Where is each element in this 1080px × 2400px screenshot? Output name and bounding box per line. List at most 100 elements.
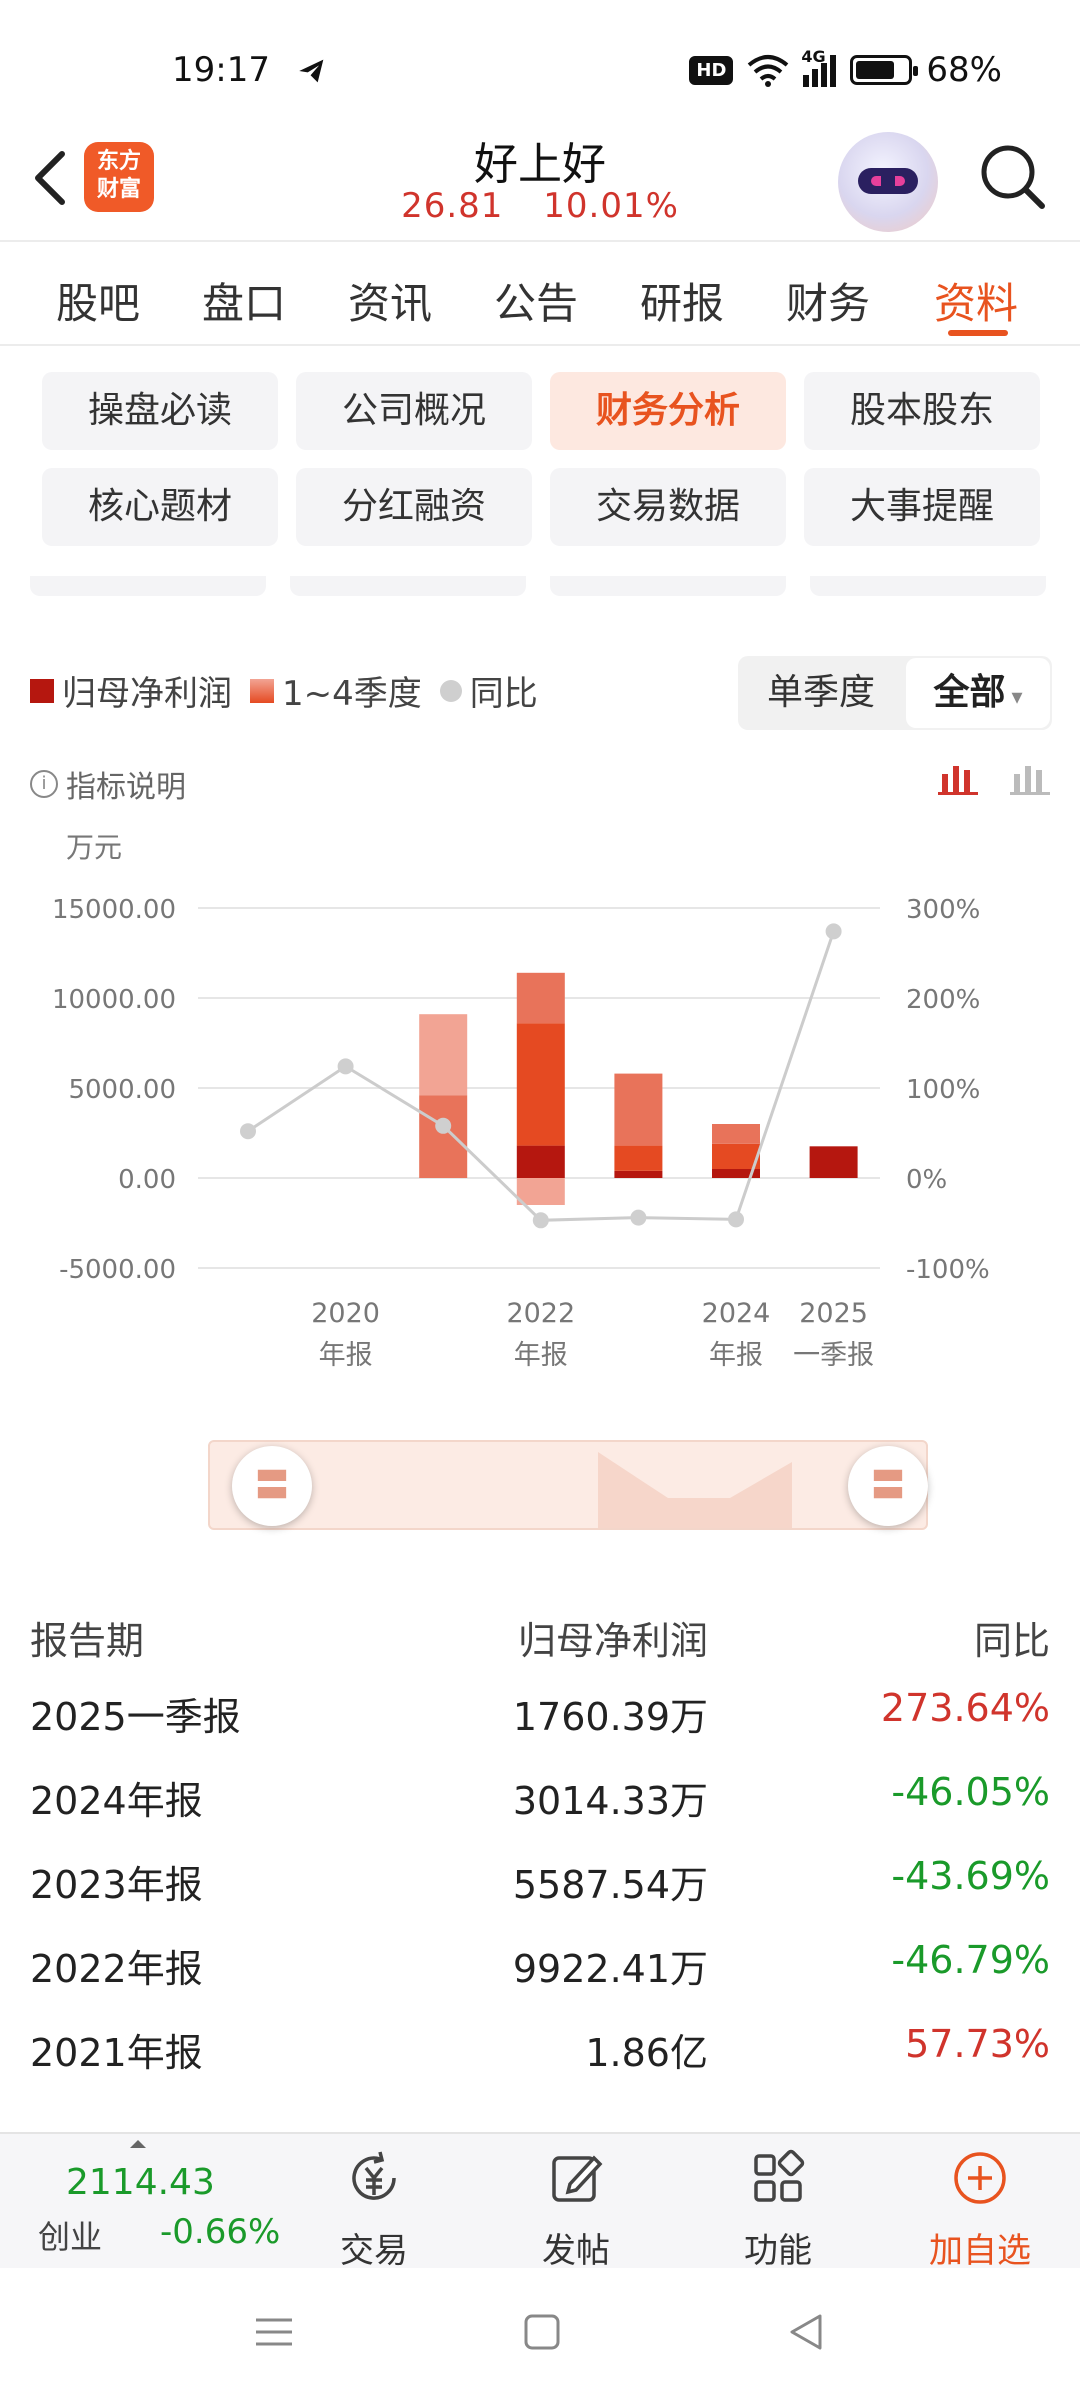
stock-change-pct: 10.01% — [543, 186, 679, 226]
tab-announcements[interactable]: 公告 — [494, 270, 578, 331]
row-yoy: -43.69% — [891, 1854, 1050, 1898]
stacked-bar-view-icon[interactable] — [938, 760, 978, 796]
expand-up-icon[interactable] — [128, 2138, 148, 2150]
chip-row-fade — [290, 576, 526, 596]
x-tick-label: 年报 — [319, 1340, 373, 1371]
chart-legend: 归母净利润 1~4季度 同比 — [30, 666, 538, 715]
bar-segment — [516, 1145, 565, 1178]
system-nav-bar — [0, 2268, 1080, 2400]
row-profit: 9922.41万 — [512, 1947, 708, 1991]
x-tick-label: 2022 — [506, 1298, 575, 1329]
bar-segment — [809, 1146, 858, 1178]
wifi-icon — [748, 55, 789, 87]
index-change: -0.66% — [160, 2212, 281, 2252]
profit-chart: 15000.00 300% 10000.00 200% 5000.00 100% 0.00 0… — [52, 895, 990, 1371]
info-icon: i — [30, 770, 58, 798]
chip-trading-guide[interactable]: 操盘必读 — [42, 372, 278, 450]
menu-icon[interactable] — [254, 2312, 294, 2352]
period-option-single-quarter[interactable]: 单季度 — [738, 656, 904, 730]
battery-icon — [850, 55, 919, 85]
row-yoy: -46.05% — [891, 1770, 1050, 1814]
tab-pankou[interactable]: 盘口 — [202, 270, 286, 331]
legend-swatch-profit — [30, 678, 54, 703]
tab-profile[interactable]: 资料 — [934, 270, 1018, 331]
bar-segment — [516, 1178, 565, 1205]
tabs-divider — [0, 344, 1080, 346]
active-tab-underline — [948, 330, 1008, 336]
functions-button[interactable]: 功能 — [708, 2144, 848, 2272]
tab-news[interactable]: 资讯 — [348, 270, 432, 331]
y-tick-label-right: 200% — [906, 985, 980, 1015]
post-button[interactable]: 发帖 — [506, 2144, 646, 2272]
row-yoy: -46.79% — [891, 1938, 1050, 1982]
x-tick-label: 2020 — [311, 1298, 380, 1329]
chip-core-themes[interactable]: 核心题材 — [42, 468, 278, 546]
back-icon[interactable] — [786, 2312, 826, 2352]
chip-trading-data[interactable]: 交易数据 — [550, 468, 786, 546]
index-value: 2114.43 — [66, 2162, 215, 2203]
range-handle-left[interactable]: 〓 — [232, 1446, 312, 1526]
x-tick-label: 年报 — [709, 1340, 763, 1371]
bar-segment — [712, 1124, 760, 1144]
col-header-period: 报告期 — [30, 1619, 145, 1663]
status-right: HD 4G 68% — [689, 47, 1002, 90]
row-period: 2022年报 — [30, 1947, 203, 1991]
home-icon[interactable] — [522, 2312, 562, 2352]
chip-financial-analysis[interactable]: 财务分析 — [550, 372, 786, 450]
chip-row-fade — [550, 576, 786, 596]
bar-segment — [516, 972, 565, 1024]
y-tick-label-right: -100% — [906, 1255, 990, 1285]
period-selector: 单季度 全部 ▾ — [738, 656, 1052, 730]
status-time: 19:17 — [172, 50, 270, 90]
row-profit: 1760.39万 — [512, 1695, 708, 1739]
ai-assistant-avatar[interactable] — [838, 132, 938, 232]
range-overview-shape — [598, 1452, 792, 1528]
y-tick-label-left: 5000.00 — [68, 1075, 176, 1105]
bar-segment — [516, 1023, 565, 1146]
row-profit: 3014.33万 — [512, 1779, 708, 1823]
add-watchlist-button[interactable]: 加自选 — [910, 2144, 1050, 2272]
index-name: 创业 — [38, 2218, 103, 2256]
yoy-point — [337, 1058, 354, 1075]
legend-profit: 归母净利润 — [62, 674, 232, 714]
chart-range-slider[interactable] — [208, 1440, 928, 1530]
x-tick-label: 年报 — [514, 1340, 568, 1371]
add-circle-icon — [954, 2152, 1006, 2204]
telegram-notification-icon — [299, 59, 324, 83]
yoy-point — [825, 923, 842, 940]
chip-dividends[interactable]: 分红融资 — [296, 468, 532, 546]
row-yoy: 273.64% — [880, 1686, 1050, 1730]
legend-yoy: 同比 — [469, 674, 538, 714]
stock-price: 26.81 — [401, 186, 504, 226]
row-yoy: 57.73% — [905, 2022, 1050, 2066]
bar-segment — [614, 1145, 663, 1171]
search-icon[interactable] — [976, 140, 1048, 212]
tab-research[interactable]: 研报 — [640, 270, 724, 331]
add-watchlist-label: 加自选 — [929, 2231, 1031, 2271]
chip-row-fade — [30, 576, 266, 596]
tab-guba[interactable]: 股吧 — [56, 270, 140, 331]
chip-events[interactable]: 大事提醒 — [804, 468, 1040, 546]
functions-label: 功能 — [744, 2231, 812, 2271]
tab-finance[interactable]: 财务 — [786, 270, 870, 331]
trade-button[interactable]: 交易 — [304, 2144, 444, 2272]
yoy-point — [435, 1117, 452, 1134]
legend-quarters: 1~4季度 — [282, 674, 422, 714]
chip-shareholders[interactable]: 股本股东 — [804, 372, 1040, 450]
indicator-info[interactable]: i 指标说明 — [30, 762, 186, 806]
range-handle-right[interactable]: 〓 — [848, 1446, 928, 1526]
row-period: 2023年报 — [30, 1863, 203, 1907]
yoy-point — [240, 1123, 256, 1140]
grouped-bar-view-icon[interactable] — [1010, 760, 1050, 796]
chip-company-overview[interactable]: 公司概况 — [296, 372, 532, 450]
legend-swatch-quarters — [250, 678, 274, 703]
bar-segment — [419, 1014, 468, 1096]
y-tick-label-left: 15000.00 — [52, 895, 176, 925]
y-tick-label-right: 100% — [906, 1075, 980, 1105]
stock-header: 东方财富 好上好 26.81 10.01% — [0, 120, 1080, 240]
x-tick-label: 2025 — [799, 1298, 868, 1329]
indicator-info-label: 指标说明 — [66, 770, 186, 805]
bar-segment — [614, 1073, 663, 1146]
period-option-all[interactable]: 全部 ▾ — [906, 658, 1050, 728]
row-period: 2025一季报 — [30, 1695, 241, 1739]
